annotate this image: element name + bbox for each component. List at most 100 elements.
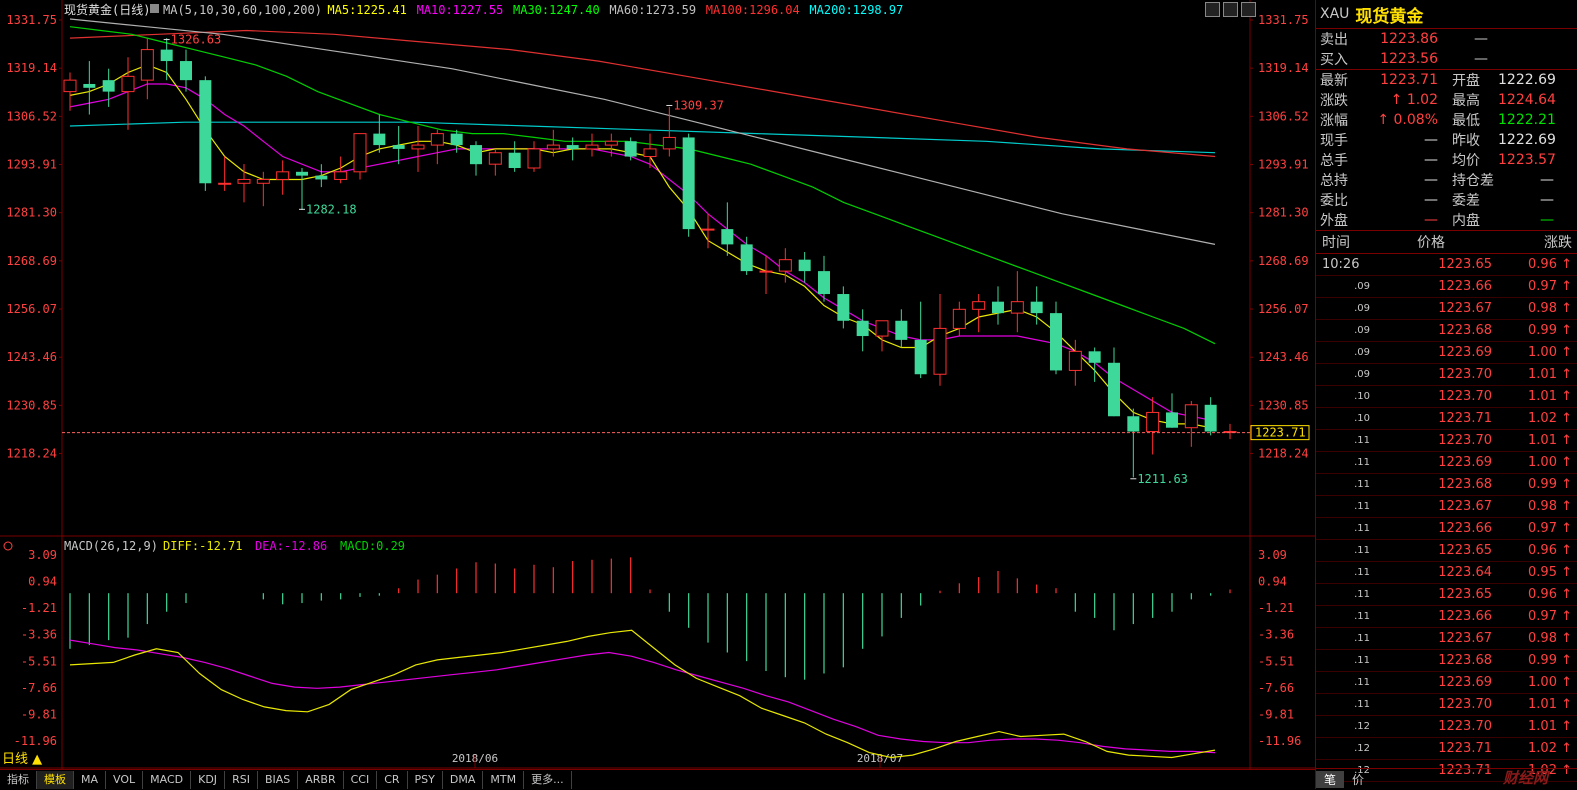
tick-row[interactable]: .11 1223.66 0.97 ↑ [1316,606,1577,628]
tick-row[interactable]: .12 1223.70 1.01 ↑ [1316,716,1577,738]
candle-body [1204,404,1217,432]
stat-value: 1223.57 [1498,152,1556,168]
tick-header: 时间 价格 涨跌 [1316,231,1577,254]
tick-time: .11 [1354,677,1370,688]
candle-body [1166,412,1178,428]
tick-list[interactable]: 10:26 1223.65 0.96 ↑ .09 1223.66 0.97 ↑ .09 122… [1316,254,1577,782]
tick-price: 1223.69 [1438,675,1492,690]
tick-row[interactable]: .11 1223.64 0.95 ↑ [1316,562,1577,584]
indicator-tab[interactable]: VOL [106,771,144,789]
y-tick-label: 1256.07 [6,302,57,316]
bid-ask-row: 卖出 1223.86 — [1316,29,1577,49]
candle-body [740,244,753,272]
candle-body [682,137,695,230]
tick-change: 1.01 ↑ [1528,367,1572,382]
candle-body [662,136,676,150]
indicator-tab[interactable]: MACD [143,771,192,789]
stat-label: 总手 [1320,153,1348,169]
tick-time: .11 [1354,567,1370,578]
tick-change: 1.00 ↑ [1528,345,1572,360]
tick-time: .11 [1354,435,1370,446]
tick-row[interactable]: .09 1223.67 0.98 ↑ [1316,298,1577,320]
row-extra: — [1474,31,1488,47]
tick-row[interactable]: .09 1223.66 0.97 ↑ [1316,276,1577,298]
indicator-tab[interactable]: BIAS [258,771,299,789]
candle-body [315,175,328,180]
period-selector[interactable]: 日线 ▲ [2,748,42,767]
indicator-tab[interactable]: 指标 [0,771,37,789]
tick-row[interactable]: .11 1223.70 1.01 ↑ [1316,430,1577,452]
ma-legend-item: MA200:1298.97 [809,3,903,17]
tick-row[interactable]: .11 1223.70 1.01 ↑ [1316,694,1577,716]
candle-body [1184,404,1198,429]
indicator-tab[interactable]: CCI [344,771,378,789]
indicator-tab[interactable]: RSI [225,771,258,789]
chart-area[interactable]: 1331.75 1331.75 1319.14 1319.14 1306.52 1306.… [0,0,1315,790]
stat-label: 昨收 [1452,133,1480,149]
y-tick-label: 1306.52 [6,109,57,123]
y-tick-label: 1281.30 [6,206,57,220]
indicator-tab[interactable]: CR [377,771,408,789]
tick-row[interactable]: .12 1223.71 1.02 ↑ [1316,738,1577,760]
candle-body [1030,301,1043,314]
tick-row[interactable]: .11 1223.67 0.98 ↑ [1316,628,1577,650]
stat-value: 1222.21 [1498,112,1556,128]
stat-value: 1224.64 [1498,92,1556,108]
kline-chart[interactable]: 1331.75 1331.75 1319.14 1319.14 1306.52 1306.… [0,0,1315,769]
stat-label: 外盘 [1320,213,1348,229]
tick-row[interactable]: .11 1223.67 0.98 ↑ [1316,496,1577,518]
tick-change: 1.01 ↑ [1528,719,1572,734]
tick-price: 1223.70 [1438,719,1492,734]
tab-trades[interactable]: 笔 [1316,771,1345,788]
chart-symbol: 现货黄金(日线) [64,2,150,17]
tick-row[interactable]: .11 1223.68 0.99 ↑ [1316,474,1577,496]
bid-ask: 卖出 1223.86 — 买入 1223.56 — [1316,29,1577,70]
tick-row[interactable]: .10 1223.71 1.02 ↑ [1316,408,1577,430]
tick-price: 1223.68 [1438,477,1492,492]
window-restore-icon[interactable] [1205,2,1220,17]
candle-body [604,140,618,146]
window-maximize-icon[interactable] [1223,2,1238,17]
tick-change: 0.95 ↑ [1528,565,1572,580]
tick-row[interactable]: .09 1223.69 1.00 ↑ [1316,342,1577,364]
indicator-tab[interactable]: PSY [408,771,443,789]
macd-y-label: 3.09 [28,548,57,562]
tick-row[interactable]: .11 1223.69 1.00 ↑ [1316,452,1577,474]
y-tick-label-right: 1256.07 [1258,302,1309,316]
window-close-icon[interactable] [1241,2,1256,17]
indicator-tab[interactable]: MTM [483,771,525,789]
tick-price: 1223.71 [1438,411,1492,426]
tick-row[interactable]: .11 1223.65 0.96 ↑ [1316,540,1577,562]
tick-row[interactable]: .09 1223.70 1.01 ↑ [1316,364,1577,386]
tick-time: 10:26 [1322,257,1360,272]
candle-body [237,178,251,184]
tick-time: .11 [1354,589,1370,600]
tick-row[interactable]: .09 1223.68 0.99 ↑ [1316,320,1577,342]
indicator-tab[interactable]: 更多... [524,771,572,789]
indicator-tab[interactable]: MA [74,771,107,789]
tab-prices[interactable]: 价 [1344,771,1372,788]
ma-legend-item: MA5:1225.41 [327,3,406,17]
quote-stats: 最新 1223.71 开盘 1222.69 涨跌 ↑ 1.02 最高 1224.64 涨幅 ↑ 0… [1316,70,1577,231]
tick-change: 0.98 ↑ [1528,631,1572,646]
candle-body [256,178,270,184]
tick-row[interactable]: .11 1223.66 0.97 ↑ [1316,518,1577,540]
candle-body [218,182,232,185]
indicator-tab[interactable]: ARBR [298,771,344,789]
candle-body [470,145,482,165]
tick-row[interactable]: 10:26 1223.65 0.96 ↑ [1316,254,1577,276]
stat-value: — [1424,152,1438,168]
candle-body [160,49,173,62]
tick-row[interactable]: .11 1223.69 1.00 ↑ [1316,672,1577,694]
tick-row[interactable]: .10 1223.70 1.01 ↑ [1316,386,1577,408]
indicator-tab[interactable]: DMA [443,771,484,789]
macd-y-label: -9.81 [21,707,57,721]
indicator-tab[interactable]: KDJ [191,771,226,789]
row-value: 1223.56 [1380,51,1438,67]
tick-row[interactable]: .11 1223.65 0.96 ↑ [1316,584,1577,606]
candle-body [933,327,947,375]
tick-row[interactable]: .11 1223.68 0.99 ↑ [1316,650,1577,672]
candle-body [837,294,850,321]
indicator-tab[interactable]: 模板 [37,771,74,789]
ma5-line [69,64,1211,429]
